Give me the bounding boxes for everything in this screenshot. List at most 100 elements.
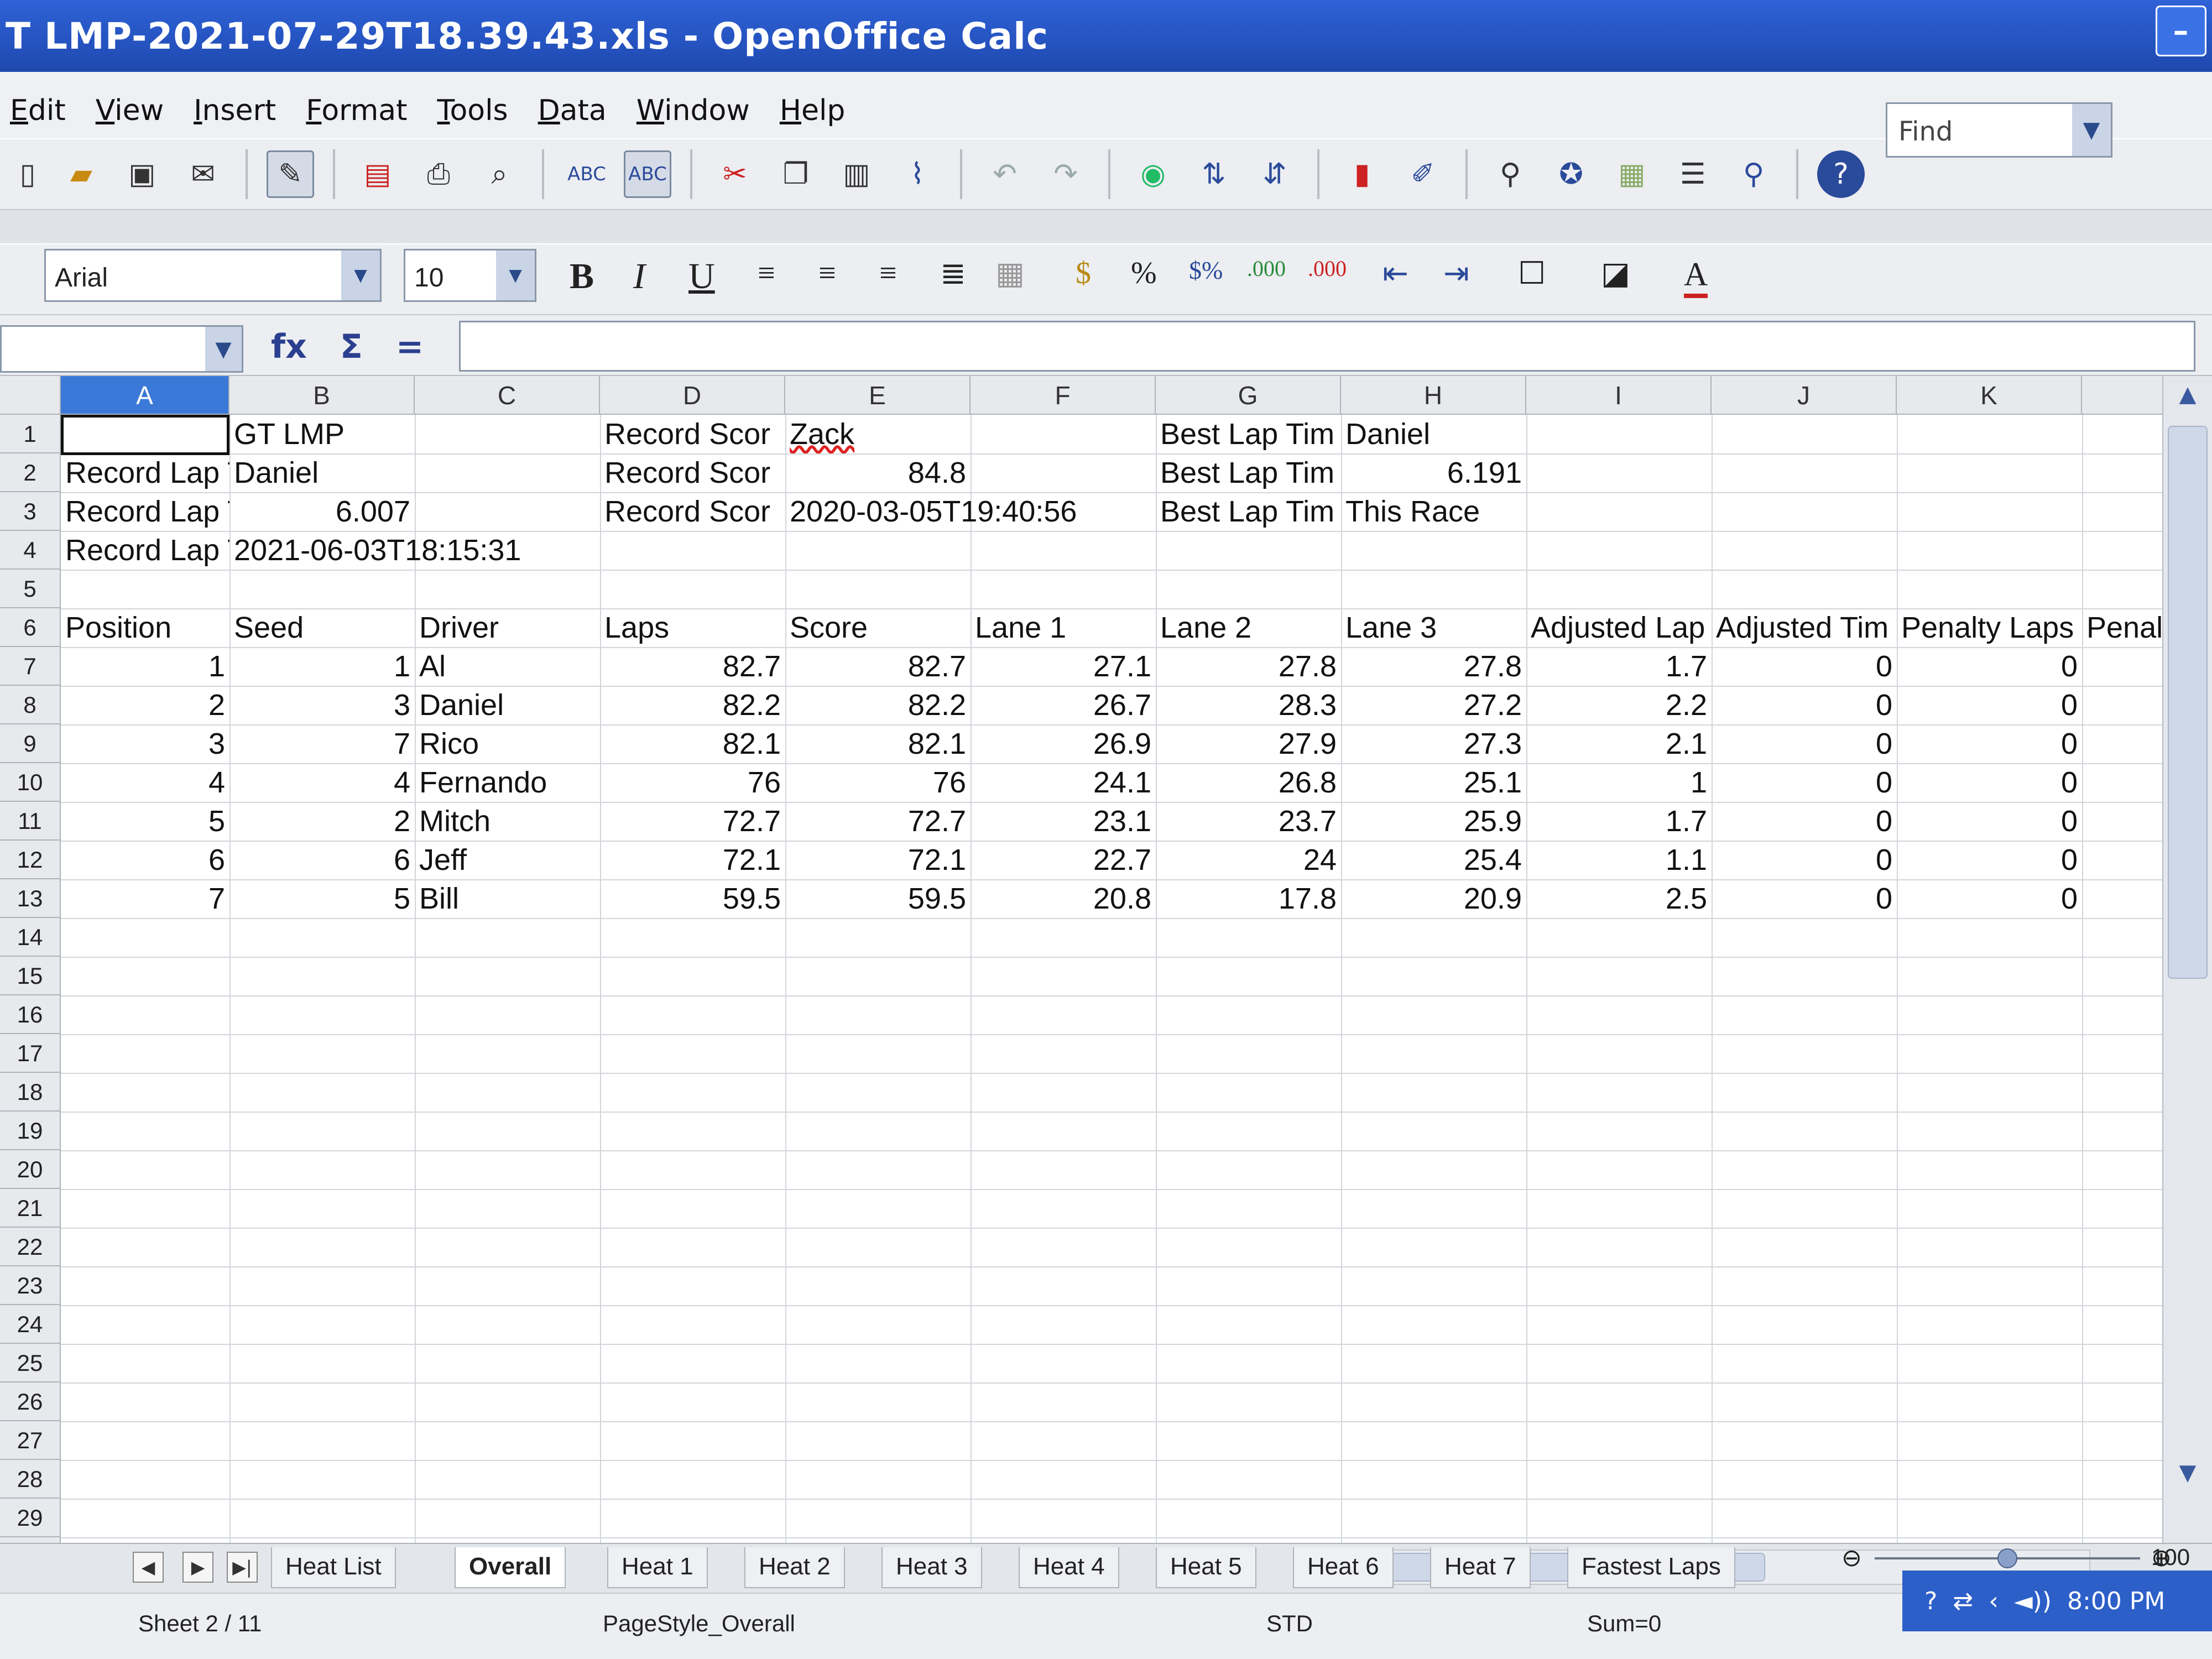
row-header[interactable]: 29 (0, 1499, 61, 1537)
row-header[interactable]: 7 (0, 647, 61, 686)
row-header[interactable]: 5 (0, 570, 61, 608)
cell-d10[interactable]: 76 (600, 763, 785, 802)
cell-k6[interactable]: Penalty Laps (1897, 608, 2082, 647)
save-icon[interactable]: ▣ (118, 150, 166, 198)
cell-j8[interactable]: 0 (1712, 686, 1897, 724)
cell-g1[interactable]: Best Lap Tim (1156, 415, 1341, 453)
column-header-j[interactable]: J (1712, 376, 1897, 415)
minimize-button[interactable]: – (2156, 6, 2206, 56)
row-header[interactable]: 6 (0, 608, 61, 647)
prev-sheet-icon[interactable]: ◀ (133, 1552, 164, 1583)
cell-g13[interactable]: 17.8 (1156, 879, 1341, 918)
cell-h7[interactable]: 27.8 (1341, 647, 1526, 686)
cell-b11[interactable]: 2 (229, 802, 415, 841)
cell-a3[interactable]: Record Lap T (61, 492, 229, 531)
column-header-i[interactable]: I (1526, 376, 1712, 415)
increase-indent-icon[interactable]: ⇥ (1443, 255, 1469, 291)
cell-k8[interactable]: 0 (1897, 686, 2082, 724)
cell-c12[interactable]: Jeff (415, 841, 600, 879)
volume-tray-icon[interactable]: ◄)) (2014, 1587, 2052, 1615)
cell-e12[interactable]: 72.1 (785, 841, 971, 879)
cell-c10[interactable]: Fernando (415, 763, 600, 802)
cell-b9[interactable]: 7 (229, 724, 415, 763)
row-header[interactable]: 28 (0, 1460, 61, 1499)
column-header-l[interactable] (2082, 376, 2162, 415)
cell-d6[interactable]: Laps (600, 608, 785, 647)
cell-b12[interactable]: 6 (229, 841, 415, 879)
row-header[interactable]: 17 (0, 1034, 61, 1073)
hyperlink-icon[interactable]: ◉ (1129, 150, 1177, 198)
cell-h6[interactable]: Lane 3 (1341, 608, 1526, 647)
function-wizard-icon[interactable]: fx (271, 327, 307, 366)
sort-descending-icon[interactable]: ⇵ (1251, 150, 1298, 198)
cell-g10[interactable]: 26.8 (1156, 763, 1341, 802)
row-header[interactable]: 14 (0, 918, 61, 957)
zoom-icon[interactable]: ⚲ (1730, 150, 1777, 198)
cell-b2[interactable]: Daniel (229, 453, 415, 492)
row-header[interactable]: 21 (0, 1189, 61, 1228)
formula-input[interactable] (459, 321, 2195, 372)
cell-i12[interactable]: 1.1 (1526, 841, 1712, 879)
font-color-icon[interactable]: A (1684, 255, 1708, 298)
italic-button[interactable]: I (633, 255, 645, 298)
align-center-icon[interactable]: ≡ (818, 255, 836, 291)
cell-b13[interactable]: 5 (229, 879, 415, 918)
column-header-c[interactable]: C (415, 376, 600, 415)
cell-b8[interactable]: 3 (229, 686, 415, 724)
cell-i7[interactable]: 1.7 (1526, 647, 1712, 686)
row-header[interactable]: 2 (0, 453, 61, 492)
cell-e6[interactable]: Score (785, 608, 971, 647)
open-folder-icon[interactable]: ▰ (58, 150, 105, 198)
cell-d7[interactable]: 82.7 (600, 647, 785, 686)
menu-insert[interactable]: Insert (194, 94, 276, 127)
cell-k13[interactable]: 0 (1897, 879, 2082, 918)
cell-b3[interactable]: 6.007 (229, 492, 415, 531)
sheet-tab-heat-1[interactable]: Heat 1 (607, 1547, 708, 1588)
cell-a2[interactable]: Record Lap T (61, 453, 229, 492)
sheet-tab-heat-4[interactable]: Heat 4 (1019, 1547, 1119, 1588)
cell-g9[interactable]: 27.9 (1156, 724, 1341, 763)
autospellcheck-icon[interactable]: ABC (624, 150, 671, 198)
cell-g7[interactable]: 27.8 (1156, 647, 1341, 686)
row-header[interactable]: 22 (0, 1228, 61, 1266)
vertical-scrollbar[interactable]: ▲ ▼ (2162, 376, 2212, 1576)
cell-d12[interactable]: 72.1 (600, 841, 785, 879)
name-box[interactable]: ▼ (0, 325, 243, 373)
background-color-icon[interactable]: ◪ (1601, 255, 1630, 291)
cell-d11[interactable]: 72.7 (600, 802, 785, 841)
row-header[interactable]: 11 (0, 802, 61, 841)
row-header[interactable]: 27 (0, 1421, 61, 1460)
borders-icon[interactable]: ☐ (1518, 255, 1546, 291)
arrow-tray-icon[interactable]: ‹ (1989, 1587, 1999, 1615)
last-sheet-icon[interactable]: ▶| (227, 1552, 258, 1583)
cell-j10[interactable]: 0 (1712, 763, 1897, 802)
gallery-icon[interactable]: ▦ (1608, 150, 1656, 198)
row-header[interactable]: 1 (0, 415, 61, 453)
align-right-icon[interactable]: ≡ (879, 255, 897, 291)
cell-e3[interactable]: 2020-03-05T19:40:56 (785, 492, 1172, 531)
cell-f6[interactable]: Lane 1 (971, 608, 1156, 647)
find-dropdown-icon[interactable]: ▼ (2072, 104, 2111, 156)
cell-c7[interactable]: Al (415, 647, 600, 686)
row-header[interactable]: 4 (0, 531, 61, 570)
column-header-f[interactable]: F (971, 376, 1156, 415)
cell-g12[interactable]: 24 (1156, 841, 1341, 879)
zoom-out-icon[interactable]: ⊖ (1841, 1544, 1862, 1572)
edit-file-icon[interactable]: ✎ (267, 150, 314, 198)
cell-a7[interactable]: 1 (61, 647, 229, 686)
spellcheck-icon[interactable]: ABC (563, 150, 611, 198)
cell-f12[interactable]: 22.7 (971, 841, 1156, 879)
function-icon[interactable]: = (396, 327, 424, 366)
column-header-b[interactable]: B (229, 376, 415, 415)
cell-i8[interactable]: 2.2 (1526, 686, 1712, 724)
cell-i10[interactable]: 1 (1526, 763, 1712, 802)
name-box-dropdown-icon[interactable]: ▼ (205, 327, 242, 371)
column-header-h[interactable]: H (1341, 376, 1526, 415)
cell-e1[interactable]: Zack (785, 415, 971, 453)
row-header[interactable]: 9 (0, 724, 61, 763)
cell-a12[interactable]: 6 (61, 841, 229, 879)
menu-data[interactable]: Data (538, 94, 607, 127)
row-header[interactable]: 19 (0, 1112, 61, 1150)
cell-h10[interactable]: 25.1 (1341, 763, 1526, 802)
cell-h12[interactable]: 25.4 (1341, 841, 1526, 879)
